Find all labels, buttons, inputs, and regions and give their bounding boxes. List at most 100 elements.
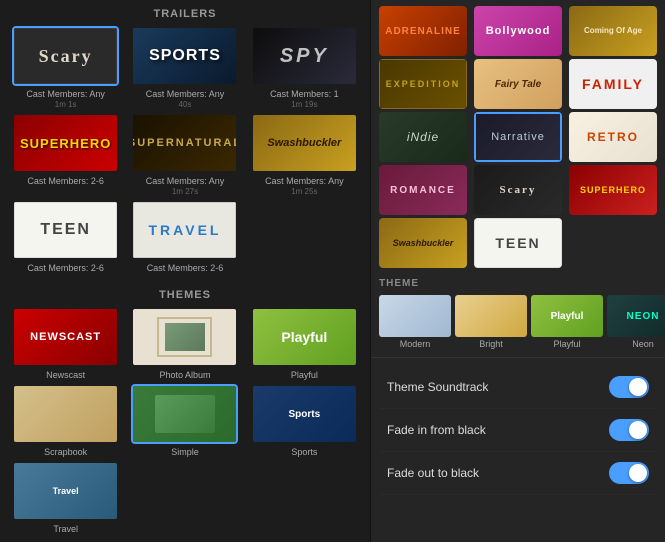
indie-thumbnail[interactable]: iNdie [379, 112, 467, 162]
swashbuckler-caption: Cast Members: Any1m 25s [265, 176, 344, 196]
spy-label: SPY [280, 45, 329, 68]
sports2-thumbnail[interactable]: Sports [251, 384, 358, 444]
list-item[interactable]: Fairy Tale [472, 59, 564, 109]
neon-thumbnail[interactable]: NEON [607, 295, 665, 337]
list-item[interactable]: Coming Of Age [567, 6, 659, 56]
scary-caption: Cast Members: Any1m 1s [26, 89, 105, 109]
list-item[interactable]: Swashbuckler Cast Members: Any1m 25s [247, 113, 362, 196]
right-superhero-label: SUPERHERO [580, 185, 646, 195]
travel-thumbnail[interactable]: TRAVEL [131, 200, 238, 260]
bright-label: Bright [479, 339, 503, 349]
list-item[interactable]: Scary Cast Members: Any1m 1s [8, 26, 123, 109]
swashbuckler-thumbnail[interactable]: Swashbuckler [251, 113, 358, 173]
fadein-toggle[interactable] [609, 419, 649, 441]
bollywood-thumbnail[interactable]: Bollywood [474, 6, 562, 56]
fairytale-label: Fairy Tale [495, 79, 541, 90]
list-item[interactable]: SPORTS Cast Members: Any40s [127, 26, 242, 109]
right-trailers-grid: ADRENALINE Bollywood Coming Of Age EXPED… [371, 0, 665, 274]
right-scary-thumbnail[interactable]: Scary [474, 165, 562, 215]
list-item[interactable]: iNdie [377, 112, 469, 162]
list-item[interactable]: Playful Playful [247, 307, 362, 380]
list-item[interactable]: ADRENALINE [377, 6, 469, 56]
newscast-thumbnail[interactable]: NEWSCAST [12, 307, 119, 367]
romance-label: ROMANCE [390, 185, 456, 196]
travel2-thumbnail[interactable]: Travel [12, 461, 119, 521]
playful-label: Playful [281, 329, 327, 345]
supernatural-thumbnail[interactable]: SUPERNATURAL [131, 113, 238, 173]
list-item[interactable]: RETRO [567, 112, 659, 162]
spy-caption: Cast Members: 11m 19s [270, 89, 339, 109]
list-item[interactable]: TEEN Cast Members: 2-6 [8, 200, 123, 273]
soundtrack-setting: Theme Soundtrack [379, 366, 657, 409]
bollywood-label: Bollywood [486, 25, 551, 37]
superhero-label: SUPERHERO [20, 136, 111, 151]
photoalbum-thumbnail[interactable] [131, 307, 238, 367]
teen-thumbnail[interactable]: TEEN [12, 200, 119, 260]
playful-theme-thumbnail[interactable]: Playful [531, 295, 603, 337]
simple-thumbnail[interactable] [131, 384, 238, 444]
list-item[interactable]: SUPERHERO Cast Members: 2-6 [8, 113, 123, 196]
list-item[interactable]: Sports Sports [247, 384, 362, 457]
expedition-thumbnail[interactable]: EXPEDITION [379, 59, 467, 109]
list-item[interactable]: TRAVEL Cast Members: 2-6 [127, 200, 242, 273]
fairytale-thumbnail[interactable]: Fairy Tale [474, 59, 562, 109]
scrapbook-thumbnail[interactable] [12, 384, 119, 444]
family-thumbnail[interactable]: FAMILY [569, 59, 657, 109]
adrenaline-thumbnail[interactable]: ADRENALINE [379, 6, 467, 56]
right-teen-thumbnail[interactable]: TEEN [474, 218, 562, 268]
list-item[interactable]: EXPEDITION [377, 59, 469, 109]
sports2-caption: Sports [291, 447, 317, 457]
list-item[interactable]: SUPERNATURAL Cast Members: Any1m 27s [127, 113, 242, 196]
narrative-thumbnail[interactable]: Narrative [474, 112, 562, 162]
list-item[interactable]: Scary [472, 165, 564, 215]
list-item[interactable]: Modern [379, 295, 451, 349]
supernatural-label: SUPERNATURAL [131, 137, 238, 149]
settings-section: Theme Soundtrack Fade in from black Fade… [371, 357, 665, 503]
romance-thumbnail[interactable]: ROMANCE [379, 165, 467, 215]
list-item[interactable]: Simple [127, 384, 242, 457]
photoalbum-caption: Photo Album [159, 370, 210, 380]
list-item[interactable]: NEWSCAST Newscast [8, 307, 123, 380]
comingofage-thumbnail[interactable]: Coming Of Age [569, 6, 657, 56]
sports-label: SPORTS [149, 47, 221, 65]
retro-thumbnail[interactable]: RETRO [569, 112, 657, 162]
supernatural-caption: Cast Members: Any1m 27s [146, 176, 225, 196]
theme-section-label: THEME [371, 274, 665, 291]
trailers-grid: Scary Cast Members: Any1m 1s SPORTS Cast… [0, 26, 370, 281]
comingofage-label: Coming Of Age [584, 26, 642, 36]
expedition-label: EXPEDITION [386, 79, 461, 89]
list-item[interactable]: Narrative [472, 112, 564, 162]
fadeout-label: Fade out to black [387, 466, 479, 480]
list-item[interactable]: ROMANCE [377, 165, 469, 215]
neon-caption: Neon [632, 339, 654, 349]
modern-thumbnail[interactable] [379, 295, 451, 337]
bright-thumbnail[interactable] [455, 295, 527, 337]
soundtrack-toggle[interactable] [609, 376, 649, 398]
list-item[interactable]: Swashbuckler [377, 218, 469, 268]
playful-thumbnail[interactable]: Playful [251, 307, 358, 367]
right-swashbuckler-label: Swashbuckler [393, 238, 454, 248]
sports-thumbnail[interactable]: SPORTS [131, 26, 238, 86]
list-item[interactable]: Playful Playful [531, 295, 603, 349]
list-item[interactable]: Bollywood [472, 6, 564, 56]
superhero-thumbnail[interactable]: SUPERHERO [12, 113, 119, 173]
theme-thumbs-row: Modern Bright Playful Playful NEON Neon [371, 291, 665, 353]
list-item[interactable]: FAMILY [567, 59, 659, 109]
right-swashbuckler-thumbnail[interactable]: Swashbuckler [379, 218, 467, 268]
scary-label: Scary [39, 46, 93, 67]
travel-caption: Cast Members: 2-6 [147, 263, 224, 273]
fadeout-toggle[interactable] [609, 462, 649, 484]
list-item[interactable]: NEON Neon [607, 295, 665, 349]
right-superhero-thumbnail[interactable]: SUPERHERO [569, 165, 657, 215]
list-item[interactable]: TEEN [472, 218, 564, 268]
list-item[interactable]: SUPERHERO [567, 165, 659, 215]
list-item[interactable]: Bright [455, 295, 527, 349]
family-label: FAMILY [582, 76, 644, 92]
list-item[interactable]: Travel Travel [8, 461, 123, 534]
superhero-caption: Cast Members: 2-6 [27, 176, 104, 186]
spy-thumbnail[interactable]: SPY [251, 26, 358, 86]
scary-thumbnail[interactable]: Scary [12, 26, 119, 86]
list-item[interactable]: SPY Cast Members: 11m 19s [247, 26, 362, 109]
list-item[interactable]: Scrapbook [8, 384, 123, 457]
list-item[interactable]: Photo Album [127, 307, 242, 380]
